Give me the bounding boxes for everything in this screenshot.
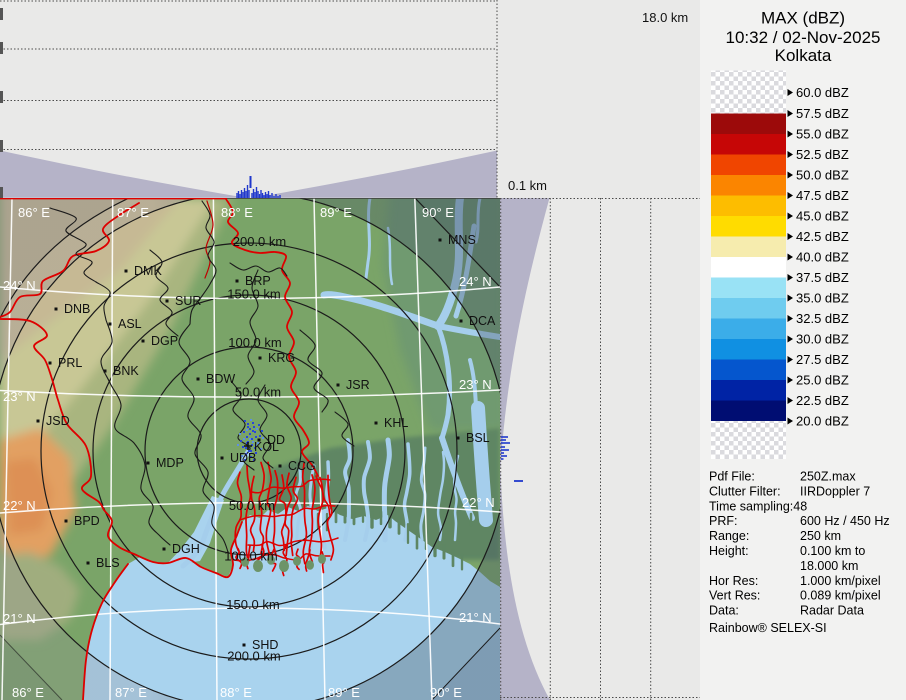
svg-text:Radar Data: Radar Data <box>800 604 864 618</box>
svg-text:90° E: 90° E <box>422 205 454 220</box>
svg-text:BSL: BSL <box>466 431 490 445</box>
svg-text:DCA: DCA <box>469 314 496 328</box>
svg-text:25.0 dBZ: 25.0 dBZ <box>796 373 849 388</box>
svg-text:1.000 km/pixel: 1.000 km/pixel <box>800 574 881 588</box>
svg-text:21° N: 21° N <box>459 610 492 625</box>
svg-text:Pdf File:: Pdf File: <box>709 470 755 484</box>
svg-text:22° N: 22° N <box>462 495 495 510</box>
svg-text:Kolkata: Kolkata <box>775 46 832 65</box>
svg-text:Data:: Data: <box>709 604 739 618</box>
svg-text:27.5 dBZ: 27.5 dBZ <box>796 352 849 367</box>
svg-text:88° E: 88° E <box>220 685 252 700</box>
svg-text:57.5 dBZ: 57.5 dBZ <box>796 106 849 121</box>
svg-text:PRL: PRL <box>58 356 82 370</box>
svg-text:MDP: MDP <box>156 456 184 470</box>
svg-text:KRG: KRG <box>268 351 295 365</box>
svg-text:Range:: Range: <box>709 529 749 543</box>
svg-text:MNS: MNS <box>448 233 476 247</box>
svg-text:86° E: 86° E <box>18 205 50 220</box>
svg-text:100.0 km: 100.0 km <box>228 335 281 350</box>
svg-text:DMK: DMK <box>134 264 162 278</box>
svg-text:88° E: 88° E <box>221 205 253 220</box>
svg-text:Height:: Height: <box>709 544 749 558</box>
svg-text:Hor Res:: Hor Res: <box>709 574 758 588</box>
svg-text:200.0 km: 200.0 km <box>233 234 286 249</box>
svg-text:87° E: 87° E <box>117 205 149 220</box>
svg-text:47.5 dBZ: 47.5 dBZ <box>796 188 849 203</box>
svg-text:DNB: DNB <box>64 302 90 316</box>
svg-text:89° E: 89° E <box>328 685 360 700</box>
svg-text:24° N: 24° N <box>459 274 492 289</box>
svg-text:100.0 km: 100.0 km <box>224 549 277 564</box>
svg-text:23° N: 23° N <box>459 377 492 392</box>
svg-text:ASL: ASL <box>118 317 142 331</box>
svg-text:KOL: KOL <box>254 440 279 454</box>
svg-text:DGP: DGP <box>151 334 178 348</box>
svg-text:10:32 / 02-Nov-2025: 10:32 / 02-Nov-2025 <box>726 28 881 47</box>
svg-text:45.0 dBZ: 45.0 dBZ <box>796 209 849 224</box>
svg-text:0.100 km to: 0.100 km to <box>800 544 865 558</box>
svg-text:PRF:: PRF: <box>709 514 737 528</box>
svg-text:22° N: 22° N <box>3 498 36 513</box>
svg-text:BLS: BLS <box>96 556 120 570</box>
svg-text:JSR: JSR <box>346 378 370 392</box>
svg-text:89° E: 89° E <box>320 205 352 220</box>
svg-text:18.000 km: 18.000 km <box>800 559 858 573</box>
svg-text:Vert Res:: Vert Res: <box>709 589 760 603</box>
svg-text:BPD: BPD <box>74 514 100 528</box>
svg-text:BDW: BDW <box>206 372 235 386</box>
svg-text:22.5 dBZ: 22.5 dBZ <box>796 393 849 408</box>
svg-text:250Z.max: 250Z.max <box>800 470 856 484</box>
svg-text:23° N: 23° N <box>3 389 36 404</box>
svg-text:50.0 km: 50.0 km <box>235 385 281 400</box>
svg-text:IIRDoppler 7: IIRDoppler 7 <box>800 484 870 498</box>
svg-text:87° E: 87° E <box>115 685 147 700</box>
svg-text:37.5 dBZ: 37.5 dBZ <box>796 270 849 285</box>
svg-text:55.0 dBZ: 55.0 dBZ <box>796 127 849 142</box>
svg-text:JSD: JSD <box>46 414 70 428</box>
svg-text:0.1 km: 0.1 km <box>508 178 547 193</box>
svg-text:MAX (dBZ): MAX (dBZ) <box>761 9 845 28</box>
svg-text:Rainbow® SELEX-SI: Rainbow® SELEX-SI <box>709 621 827 635</box>
svg-text:40.0 dBZ: 40.0 dBZ <box>796 250 849 265</box>
svg-text:150.0 km: 150.0 km <box>227 287 280 302</box>
svg-text:250 km: 250 km <box>800 529 841 543</box>
svg-text:50.0 km: 50.0 km <box>229 498 275 513</box>
svg-text:Time sampling:48: Time sampling:48 <box>709 499 807 513</box>
svg-text:SUR: SUR <box>175 294 201 308</box>
svg-text:KHL: KHL <box>384 416 408 430</box>
svg-text:0.089 km/pixel: 0.089 km/pixel <box>800 589 881 603</box>
svg-text:60.0 dBZ: 60.0 dBZ <box>796 85 849 100</box>
svg-text:CCG: CCG <box>288 459 316 473</box>
svg-text:86° E: 86° E <box>12 685 44 700</box>
svg-text:600 Hz / 450 Hz: 600 Hz / 450 Hz <box>800 514 890 528</box>
svg-text:30.0 dBZ: 30.0 dBZ <box>796 332 849 347</box>
svg-text:200.0 km: 200.0 km <box>227 649 280 664</box>
svg-text:DGH: DGH <box>172 542 200 556</box>
svg-text:BNK: BNK <box>113 364 139 378</box>
svg-text:150.0 km: 150.0 km <box>226 597 279 612</box>
svg-text:24° N: 24° N <box>3 278 36 293</box>
svg-text:UDB: UDB <box>230 451 256 465</box>
svg-text:Clutter Filter:: Clutter Filter: <box>709 484 781 498</box>
svg-text:90° E: 90° E <box>430 685 462 700</box>
svg-text:52.5 dBZ: 52.5 dBZ <box>796 147 849 162</box>
svg-text:42.5 dBZ: 42.5 dBZ <box>796 229 849 244</box>
svg-text:50.0 dBZ: 50.0 dBZ <box>796 168 849 183</box>
svg-text:35.0 dBZ: 35.0 dBZ <box>796 291 849 306</box>
svg-text:20.0 dBZ: 20.0 dBZ <box>796 414 849 429</box>
svg-text:18.0 km: 18.0 km <box>642 10 688 25</box>
svg-text:32.5 dBZ: 32.5 dBZ <box>796 311 849 326</box>
svg-text:21° N: 21° N <box>3 611 36 626</box>
